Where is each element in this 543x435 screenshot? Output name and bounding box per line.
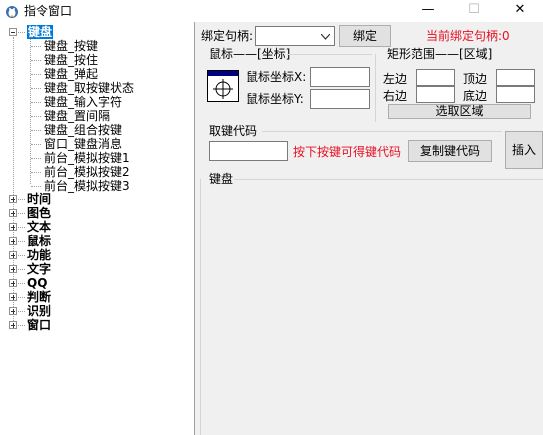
chevron-down-icon [321,34,330,40]
tree-node-item[interactable]: 前台_模拟按键2 [44,165,130,179]
tree-node-label: 键盘 [27,25,54,39]
tree-node-category[interactable]: 判断 [27,290,51,304]
tree-branch [18,213,25,214]
bind-handle-select[interactable] [255,26,335,46]
tree-branch [18,311,25,312]
tree-branch [31,102,41,103]
mouse-x-field[interactable] [310,67,370,87]
tree-node-item[interactable]: 键盘_置间隔 [44,109,110,123]
tree-node-item[interactable]: 前台_模拟按键3 [44,179,130,193]
group-border [234,179,543,180]
keycode-field[interactable] [209,141,288,161]
tree-branch [31,116,41,117]
tree-node-category[interactable]: 文字 [27,262,51,276]
insert-button[interactable]: 插入 [505,131,543,169]
collapse-icon[interactable] [9,28,17,36]
expand-icon[interactable] [9,265,17,273]
rect-bottom-label: 底边 [463,89,488,103]
mouse-group-title: 鼠标——[坐标] [209,47,291,61]
rect-left-label: 左边 [383,72,408,86]
tree-node-category[interactable]: 图色 [27,206,51,220]
expand-icon[interactable] [9,279,17,287]
mouse-y-label: 鼠标坐标Y: [246,92,304,106]
rect-left-field[interactable] [416,69,455,86]
tree-branch [31,186,41,187]
expand-icon[interactable] [9,209,17,217]
rect-top-label: 顶边 [463,72,488,86]
tree-node-item[interactable]: 键盘_按键 [44,39,98,53]
tree-branch [31,46,41,47]
mouse-x-label: 鼠标坐标X: [246,70,307,84]
tree-node-category[interactable]: 时间 [27,192,51,206]
tree-branch [31,158,41,159]
keycode-hint: 按下按键可得键代码 [293,145,402,159]
tree-branch [18,325,25,326]
group-border [287,54,372,55]
bind-status-text: 当前绑定句柄:0 [426,29,510,43]
tree-node-category[interactable]: 识别 [27,304,51,318]
expand-icon[interactable] [9,321,17,329]
tree-node-item[interactable]: 键盘_弹起 [44,67,98,81]
maximize-icon: ☐ [468,2,480,17]
keycode-group-title: 取键代码 [209,124,258,138]
tree-branch [31,74,41,75]
tree-node-item[interactable]: 窗口_键盘消息 [44,137,122,151]
crosshair-icon[interactable] [207,70,239,102]
expand-icon[interactable] [9,293,17,301]
tree-node-keyboard[interactable]: 键盘 [27,25,54,39]
tree-child-line [30,36,31,184]
window-title: 指令窗口 [24,4,73,18]
bind-handle-label: 绑定句柄: [201,29,254,43]
app-icon [6,6,18,18]
rect-bottom-field[interactable] [496,86,535,103]
maximize-button[interactable]: ☐ [451,0,497,22]
command-tree[interactable]: 键盘 键盘_按键 键盘_按住 键盘_弹起 键盘_取按键状态 键盘_输入字符 键盘_置间隔键… [0,22,195,435]
keyboard-group-title: 键盘 [209,172,234,186]
tree-branch [18,227,25,228]
minimize-button[interactable]: — [405,0,451,22]
tree-branch [18,199,25,200]
tree-branch [18,255,25,256]
tree-branch [18,269,25,270]
tree-branch [18,297,25,298]
group-border [375,54,376,122]
expand-icon[interactable] [9,251,17,259]
tree-node-item[interactable]: 键盘_组合按键 [44,123,122,137]
tree-node-category[interactable]: QQ [27,276,47,290]
rect-top-field[interactable] [496,69,535,86]
close-icon: ✕ [514,2,526,17]
bind-button[interactable]: 绑定 [339,25,391,47]
tree-branch [18,283,25,284]
group-border [200,179,201,435]
tree-node-item[interactable]: 键盘_取按键状态 [44,81,134,95]
title-bar[interactable]: 指令窗口 — ☐ ✕ [0,0,543,22]
close-button[interactable]: ✕ [497,0,543,22]
expand-icon[interactable] [9,223,17,231]
tree-branch [18,32,25,33]
tree-branch [31,88,41,89]
tree-branch [31,172,41,173]
rect-group-title: 矩形范围——[区域] [387,47,493,61]
tree-node-item[interactable]: 键盘_按住 [44,53,98,67]
tree-node-category[interactable]: 窗口 [27,318,51,332]
tree-branch [31,130,41,131]
mouse-y-field[interactable] [310,89,370,109]
tree-node-category[interactable]: 鼠标 [27,234,51,248]
copy-keycode-button[interactable]: 复制键代码 [408,140,492,162]
tree-branch [31,60,41,61]
rect-right-label: 右边 [383,89,408,103]
minimize-icon: — [421,2,435,17]
tree-node-category[interactable]: 文本 [27,220,51,234]
group-border [262,131,502,132]
select-region-button[interactable]: 选取区域 [388,104,531,119]
expand-icon[interactable] [9,307,17,315]
tree-branch [31,144,41,145]
expand-icon[interactable] [9,195,17,203]
expand-icon[interactable] [9,237,17,245]
tree-branch [18,241,25,242]
rect-right-field[interactable] [416,86,455,103]
tree-node-item[interactable]: 键盘_输入字符 [44,95,122,109]
tree-node-item[interactable]: 前台_模拟按键1 [44,151,130,165]
tree-node-category[interactable]: 功能 [27,248,51,262]
